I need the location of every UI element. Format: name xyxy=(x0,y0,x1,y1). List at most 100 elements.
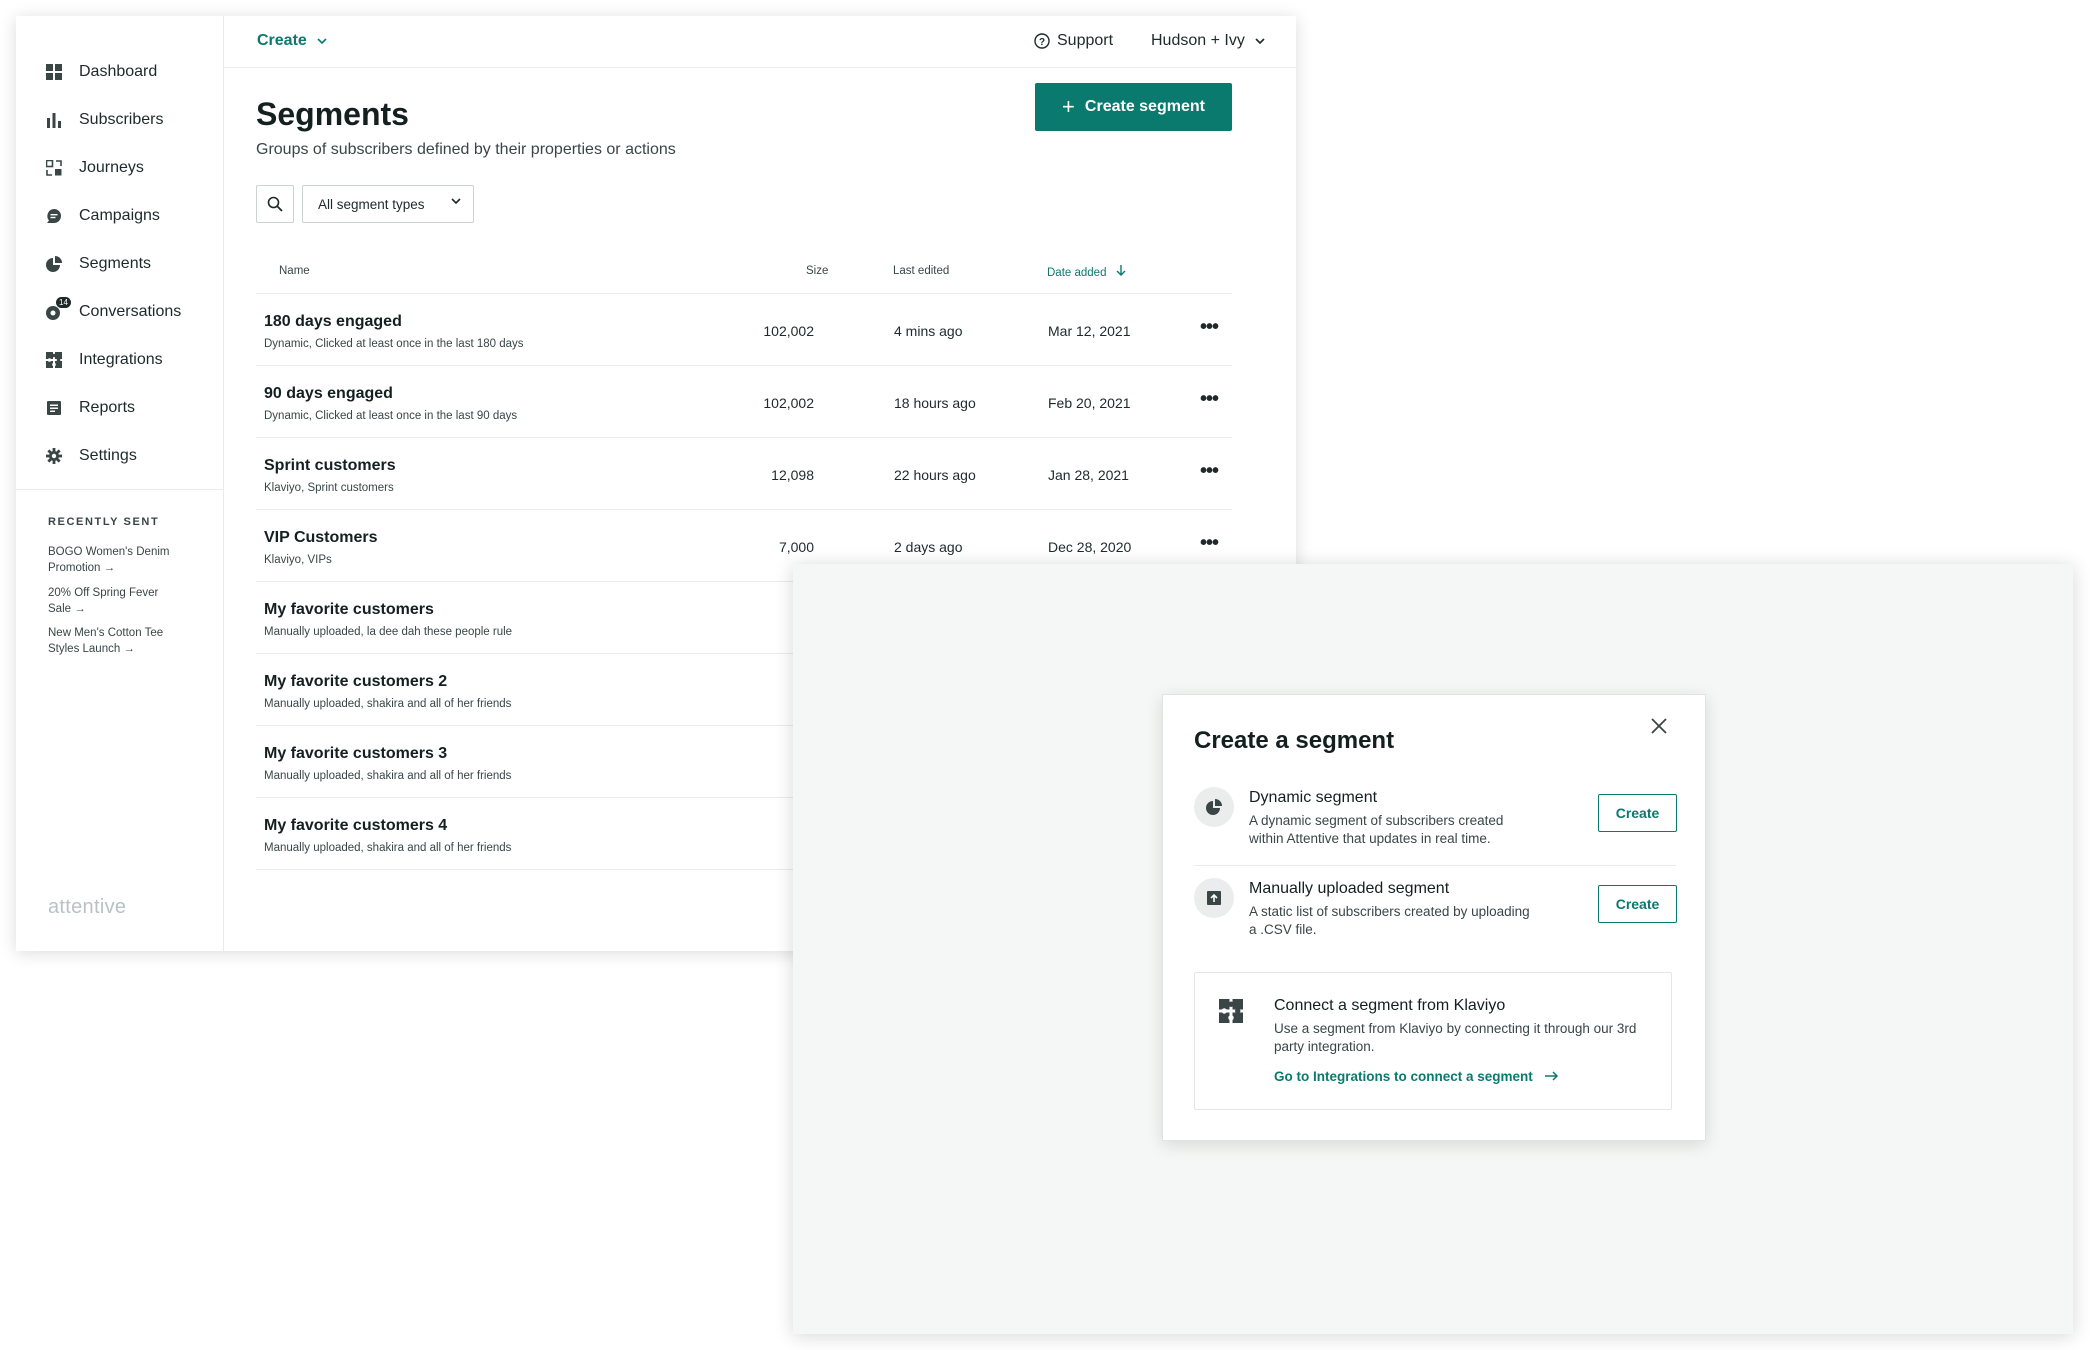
plus-icon: + xyxy=(1062,94,1075,119)
recent-line: New Men's Cotton Tee xyxy=(48,627,164,639)
sidebar-item-label: Campaigns xyxy=(79,207,160,224)
segment-name: My favorite customers xyxy=(264,601,434,618)
modal-title: Create a segment xyxy=(1194,727,1395,754)
help-icon: ? xyxy=(1034,33,1050,49)
chevron-down-icon xyxy=(451,198,461,204)
create-menu-label: Create xyxy=(257,32,307,49)
recent-campaign-link[interactable]: New Men's Cotton Tee Styles Launch → xyxy=(48,625,198,657)
sidebar-item-label: Reports xyxy=(79,399,136,416)
date-added-label: Date added xyxy=(1047,267,1107,279)
sidebar-item-reports[interactable]: Reports xyxy=(46,393,135,423)
option-description: A dynamic segment of subscribers created… xyxy=(1249,813,1504,846)
sidebar-item-campaigns[interactable]: Campaigns xyxy=(46,201,160,231)
sidebar-item-dashboard[interactable]: Dashboard xyxy=(46,57,157,87)
close-button[interactable] xyxy=(1646,713,1672,739)
sidebar-item-label: Settings xyxy=(79,447,137,464)
create-menu[interactable]: Create xyxy=(257,32,327,50)
support-link[interactable]: ? Support xyxy=(1034,32,1113,50)
segment-type-select[interactable]: All segment types xyxy=(302,185,474,223)
account-label: Hudson + Ivy xyxy=(1151,32,1245,49)
recent-campaign-link[interactable]: BOGO Women's Denim Promotion → xyxy=(48,544,198,576)
sidebar-item-integrations[interactable]: Integrations xyxy=(46,345,163,375)
sidebar-item-label: Dashboard xyxy=(79,63,158,80)
recent-line: Promotion → xyxy=(48,562,116,574)
option-divider xyxy=(1194,865,1676,866)
table-row[interactable]: 180 days engaged Dynamic, Clicked at lea… xyxy=(256,293,1232,365)
create-segment-modal: Create a segment Dynamic segment A dynam… xyxy=(1162,694,1706,1141)
segment-description: Manually uploaded, shakira and all of he… xyxy=(264,698,512,710)
segment-name: My favorite customers 3 xyxy=(264,745,448,762)
sidebar-item-journeys[interactable]: Journeys xyxy=(46,153,144,183)
sidebar-item-label: Subscribers xyxy=(79,111,164,128)
create-segment-label: Create segment xyxy=(1084,98,1205,115)
sidebar-item-settings[interactable]: Settings xyxy=(46,441,137,471)
dynamic-segment-option: Dynamic segment A dynamic segment of sub… xyxy=(1194,787,1677,857)
recent-campaign-link[interactable]: 20% Off Spring Fever Sale → xyxy=(48,585,198,617)
segment-description: Klaviyo, VIPs xyxy=(264,554,332,566)
more-options-icon[interactable]: ••• xyxy=(1200,532,1219,555)
column-header-name[interactable]: Name xyxy=(279,265,310,277)
gear-icon xyxy=(46,448,62,464)
segment-last-edited: 4 mins ago xyxy=(894,323,963,339)
column-header-size[interactable]: Size xyxy=(806,265,828,277)
recent-line: Styles Launch → xyxy=(48,643,135,655)
sidebar-item-label: Integrations xyxy=(79,351,163,368)
column-header-last-edited[interactable]: Last edited xyxy=(893,265,949,277)
column-header-date-added[interactable]: Date added xyxy=(1047,265,1126,279)
chat-bubble-icon xyxy=(46,208,62,224)
sidebar-divider xyxy=(16,489,224,490)
segment-name: My favorite customers 4 xyxy=(264,817,448,834)
klaviyo-description: Use a segment from Klaviyo by connecting… xyxy=(1274,1021,1637,1054)
table-row[interactable]: Sprint customers Klaviyo, Sprint custome… xyxy=(256,437,1232,509)
sidebar-item-subscribers[interactable]: Subscribers xyxy=(46,105,163,135)
sidebar-item-conversations[interactable]: 14 Conversations xyxy=(46,297,181,327)
chevron-down-icon xyxy=(317,38,327,44)
recently-sent-title: RECENTLY SENT xyxy=(48,516,160,528)
page-title: Segments xyxy=(256,96,409,132)
create-manual-segment-button[interactable]: Create xyxy=(1598,885,1677,923)
upload-icon xyxy=(1194,878,1234,918)
option-description: A static list of subscribers created by … xyxy=(1249,904,1530,937)
klaviyo-title: Connect a segment from Klaviyo xyxy=(1274,997,1506,1014)
segment-description: Klaviyo, Sprint customers xyxy=(264,482,394,494)
integrations-link[interactable]: Go to Integrations to connect a segment xyxy=(1274,1069,1559,1084)
search-button[interactable] xyxy=(256,185,294,223)
support-label: Support xyxy=(1057,32,1114,49)
sidebar-item-label: Journeys xyxy=(79,159,144,176)
sidebar-item-segments[interactable]: Segments xyxy=(46,249,151,279)
pie-chart-icon xyxy=(46,256,62,272)
table-row[interactable]: 90 days engaged Dynamic, Clicked at leas… xyxy=(256,365,1232,437)
option-name: Dynamic segment xyxy=(1249,789,1378,806)
more-options-icon[interactable]: ••• xyxy=(1200,388,1219,411)
journeys-icon xyxy=(46,160,62,176)
create-dynamic-segment-button[interactable]: Create xyxy=(1598,794,1677,832)
account-menu[interactable]: Hudson + Ivy xyxy=(1151,32,1265,50)
klaviyo-card: Connect a segment from Klaviyo Use a seg… xyxy=(1194,972,1672,1110)
segment-date-added: Feb 20, 2021 xyxy=(1048,395,1131,411)
report-icon xyxy=(46,400,62,416)
more-options-icon[interactable]: ••• xyxy=(1200,460,1219,483)
create-segment-button[interactable]: + Create segment xyxy=(1035,83,1232,131)
dashboard-icon xyxy=(46,64,62,80)
page-subtitle: Groups of subscribers defined by their p… xyxy=(256,141,676,158)
recent-line: Sale → xyxy=(48,603,86,615)
topbar: Create ? Support Hudson + Ivy xyxy=(224,16,1296,68)
segment-description: Manually uploaded, shakira and all of he… xyxy=(264,770,512,782)
segment-name: VIP Customers xyxy=(264,529,378,546)
sidebar: Dashboard Subscribers Journeys Campaigns… xyxy=(16,16,224,951)
segment-name: My favorite customers 2 xyxy=(264,673,448,690)
segment-size: 12,098 xyxy=(771,467,814,483)
svg-text:?: ? xyxy=(1039,37,1045,48)
recent-line: BOGO Women's Denim xyxy=(48,546,170,558)
segment-date-added: Jan 28, 2021 xyxy=(1048,467,1129,483)
arrow-down-icon xyxy=(1116,265,1126,276)
manual-segment-option: Manually uploaded segment A static list … xyxy=(1194,878,1677,948)
segment-name: 180 days engaged xyxy=(264,313,402,330)
puzzle-icon xyxy=(1219,999,1243,1028)
attentive-logo: attentive xyxy=(48,896,127,918)
segment-name: Sprint customers xyxy=(264,457,396,474)
arrow-right-icon xyxy=(1544,1071,1558,1081)
more-options-icon[interactable]: ••• xyxy=(1200,316,1219,339)
integrations-link-label: Go to Integrations to connect a segment xyxy=(1274,1069,1533,1084)
segment-size: 102,002 xyxy=(763,395,814,411)
